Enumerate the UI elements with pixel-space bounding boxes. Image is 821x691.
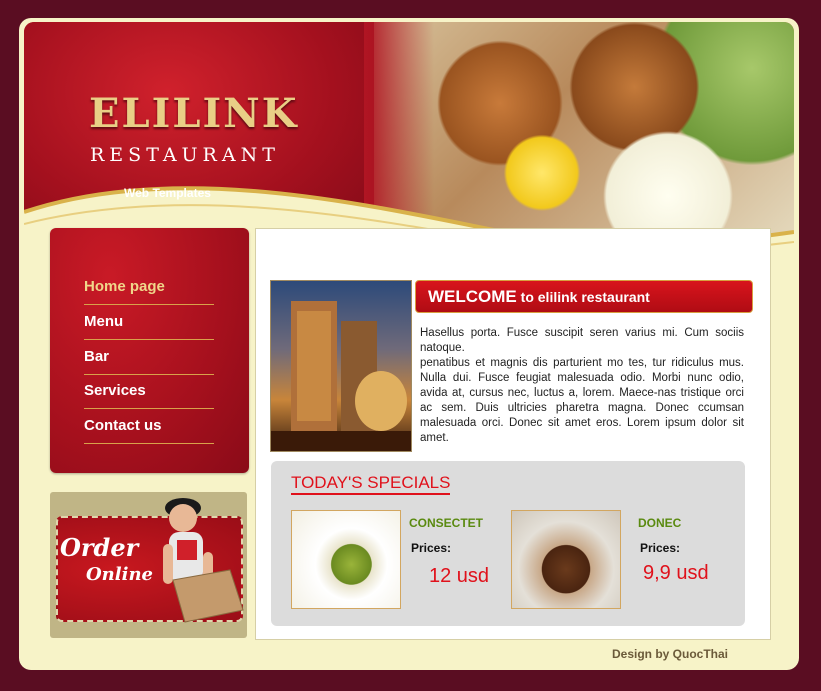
welcome-heading-small: to elilink restaurant bbox=[516, 289, 650, 305]
hotel-photo bbox=[270, 280, 412, 452]
specials-title: TODAY'S SPECIALS bbox=[291, 473, 451, 495]
welcome-heading-big: WELCOME bbox=[428, 287, 517, 306]
delivery-person-image bbox=[163, 498, 244, 623]
logo-title[interactable]: ELILINK bbox=[89, 90, 299, 137]
logo-tagline: Web Templates bbox=[124, 186, 211, 200]
special-item-name-2[interactable]: DONEC bbox=[638, 516, 681, 530]
nav-item-services[interactable]: Services bbox=[84, 374, 214, 409]
logo-subtitle: RESTAURANT bbox=[90, 144, 280, 166]
welcome-heading: WELCOME to elilink restaurant bbox=[415, 280, 753, 313]
special-item-image-1[interactable] bbox=[291, 510, 401, 609]
welcome-paragraph-2: penatibus et magnis dis parturient mo te… bbox=[420, 357, 744, 444]
special-item-price-2: 9,9 usd bbox=[643, 562, 709, 584]
special-item-price-label-2: Prices: bbox=[640, 541, 681, 555]
special-item-price-label-1: Prices: bbox=[411, 541, 452, 555]
header-banner: ELILINK RESTAURANT Web Templates bbox=[24, 22, 794, 254]
footer-credit: Design by QuocThai bbox=[612, 647, 729, 661]
main-nav: Home page Menu Bar Services Contact us bbox=[50, 228, 249, 473]
nav-item-home[interactable]: Home page bbox=[84, 270, 214, 305]
welcome-paragraph-1: Hasellus porta. Fusce suscipit seren var… bbox=[420, 327, 744, 354]
special-item-image-2[interactable] bbox=[511, 510, 621, 609]
order-online-label-2: Online bbox=[86, 564, 153, 585]
welcome-text: Hasellus porta. Fusce suscipit seren var… bbox=[420, 326, 744, 446]
nav-item-contact[interactable]: Contact us bbox=[84, 409, 214, 444]
nav-item-menu[interactable]: Menu bbox=[84, 305, 214, 340]
special-item-name-1[interactable]: CONSECTET bbox=[409, 516, 483, 530]
specials-panel: TODAY'S SPECIALS CONSECTET Prices: 12 us… bbox=[271, 461, 745, 626]
order-online-label-1: Order bbox=[60, 533, 139, 562]
order-online-banner[interactable]: Order Online bbox=[50, 492, 247, 638]
special-item-price-1: 12 usd bbox=[429, 565, 490, 587]
nav-item-bar[interactable]: Bar bbox=[84, 340, 214, 375]
